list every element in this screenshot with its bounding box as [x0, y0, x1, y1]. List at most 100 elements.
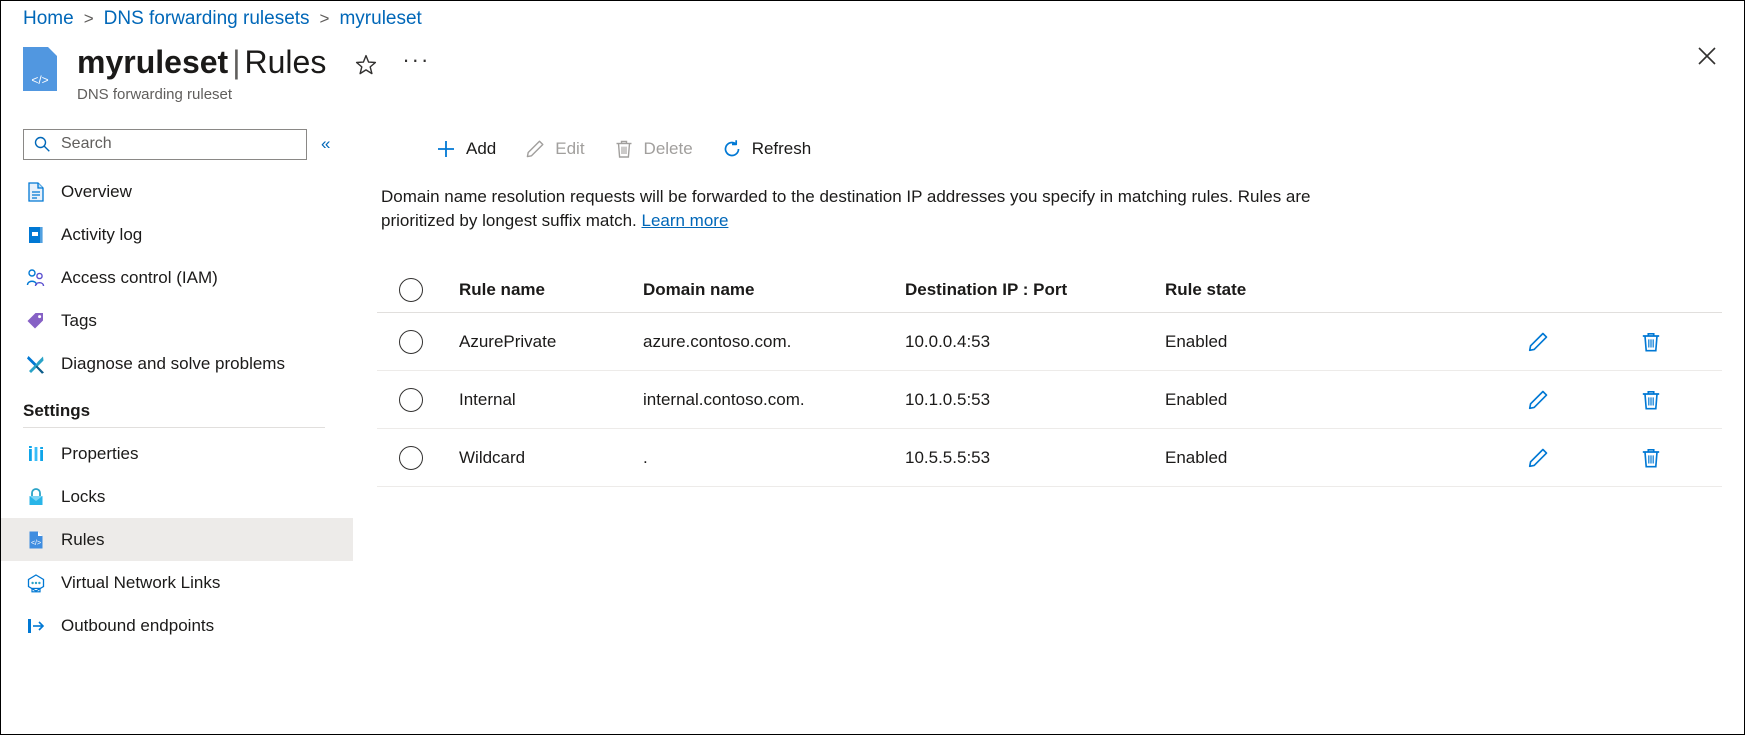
table-row[interactable]: Internal internal.contoso.com. 10.1.0.5:… [377, 371, 1722, 429]
sidebar-item-label: Access control (IAM) [61, 268, 218, 288]
add-button[interactable]: Add [421, 131, 510, 167]
search-icon [33, 135, 51, 153]
cell-destination: 10.1.0.5:53 [905, 390, 1165, 410]
select-all-radio[interactable] [399, 278, 423, 302]
cell-rule-state: Enabled [1165, 390, 1485, 410]
column-header-destination[interactable]: Destination IP : Port [905, 280, 1165, 300]
sidebar-item-tags[interactable]: Tags [1, 299, 353, 342]
refresh-icon [721, 138, 743, 160]
column-header-rule-state[interactable]: Rule state [1165, 280, 1485, 300]
row-edit-pencil-icon[interactable] [1526, 446, 1550, 470]
learn-more-link[interactable]: Learn more [641, 211, 728, 230]
select-all-cell [377, 278, 459, 302]
row-delete-trash-icon[interactable] [1639, 388, 1663, 412]
add-button-label: Add [466, 139, 496, 159]
delete-button-label: Delete [644, 139, 693, 159]
page-header: </> myruleset|Rules DNS forwarding rules… [23, 43, 430, 107]
row-radio[interactable] [399, 330, 423, 354]
main-content: Add Edit [377, 121, 1744, 734]
tag-icon [23, 308, 49, 334]
cell-delete [1601, 388, 1711, 412]
cell-rule-name: Wildcard [459, 448, 643, 468]
page-subtitle: DNS forwarding ruleset [77, 86, 326, 104]
page-header-actions: ··· [352, 51, 430, 79]
cell-delete [1601, 446, 1711, 470]
sidebar-item-diagnose[interactable]: Diagnose and solve problems [1, 342, 353, 385]
outbound-endpoint-icon [23, 613, 49, 639]
chevron-double-left-icon[interactable]: « [321, 134, 330, 154]
row-select-cell [377, 446, 459, 470]
sidebar-item-label: Properties [61, 444, 138, 464]
row-select-cell [377, 388, 459, 412]
document-icon [23, 179, 49, 205]
page-title-separator: | [232, 44, 240, 80]
table-row[interactable]: AzurePrivate azure.contoso.com. 10.0.0.4… [377, 313, 1722, 371]
column-header-rule-name[interactable]: Rule name [459, 280, 643, 300]
search-box[interactable] [23, 129, 307, 160]
breadcrumb-separator-icon: > [84, 9, 94, 29]
sidebar-divider [23, 427, 325, 428]
breadcrumb: Home > DNS forwarding rulesets > myrules… [23, 5, 422, 33]
sidebar-item-label: Overview [61, 182, 132, 202]
sidebar-item-label: Virtual Network Links [61, 573, 220, 593]
sidebar-item-overview[interactable]: Overview [1, 170, 353, 213]
network-link-icon [23, 570, 49, 596]
edit-button-label: Edit [555, 139, 584, 159]
column-header-domain-name[interactable]: Domain name [643, 280, 905, 300]
dns-ruleset-icon: </> [23, 47, 61, 91]
sidebar-nav-primary: Overview Activity log [1, 170, 353, 647]
breadcrumb-item-rulesets[interactable]: DNS forwarding rulesets [104, 8, 310, 30]
sidebar-item-locks[interactable]: Locks [1, 475, 353, 518]
sidebar-item-label: Diagnose and solve problems [61, 354, 285, 374]
sidebar-item-label: Tags [61, 311, 97, 331]
delete-button[interactable]: Delete [599, 131, 707, 167]
search-input[interactable] [59, 134, 289, 154]
sidebar-item-virtual-network-links[interactable]: Virtual Network Links [1, 561, 353, 604]
lock-icon [23, 484, 49, 510]
cell-edit [1485, 446, 1601, 470]
cell-rule-state: Enabled [1165, 332, 1485, 352]
sidebar-item-properties[interactable]: Properties [1, 432, 353, 475]
pencil-icon [524, 138, 546, 160]
command-toolbar: Add Edit [377, 121, 1744, 177]
cell-rule-name: Internal [459, 390, 643, 410]
refresh-button[interactable]: Refresh [707, 131, 826, 167]
cell-edit [1485, 330, 1601, 354]
refresh-button-label: Refresh [752, 139, 812, 159]
page-title: myruleset|Rules [77, 43, 326, 81]
azure-portal-blade: Home > DNS forwarding rulesets > myrules… [0, 0, 1745, 735]
row-edit-pencil-icon[interactable] [1526, 330, 1550, 354]
table-header-row: Rule name Domain name Destination IP : P… [377, 267, 1722, 313]
people-icon [23, 265, 49, 291]
row-delete-trash-icon[interactable] [1639, 446, 1663, 470]
trash-icon [613, 138, 635, 160]
breadcrumb-item-home[interactable]: Home [23, 8, 74, 30]
sidebar-search-row: « [1, 121, 353, 167]
cell-delete [1601, 330, 1711, 354]
properties-icon [23, 441, 49, 467]
row-delete-trash-icon[interactable] [1639, 330, 1663, 354]
sidebar-item-rules[interactable]: </> Rules [1, 518, 353, 561]
cell-destination: 10.5.5.5:53 [905, 448, 1165, 468]
ellipsis-icon[interactable]: ··· [402, 51, 430, 79]
table-row[interactable]: Wildcard . 10.5.5.5:53 Enabled [377, 429, 1722, 487]
cell-domain-name: azure.contoso.com. [643, 332, 905, 352]
description-text: Domain name resolution requests will be … [377, 185, 1352, 233]
sidebar-item-outbound-endpoints[interactable]: Outbound endpoints [1, 604, 353, 647]
sidebar-item-label: Rules [61, 530, 104, 550]
edit-button[interactable]: Edit [510, 131, 598, 167]
row-select-cell [377, 330, 459, 354]
row-radio[interactable] [399, 388, 423, 412]
row-edit-pencil-icon[interactable] [1526, 388, 1550, 412]
breadcrumb-item-myruleset[interactable]: myruleset [339, 8, 421, 30]
cell-destination: 10.0.0.4:53 [905, 332, 1165, 352]
breadcrumb-separator-icon: > [320, 9, 330, 29]
close-icon[interactable] [1690, 39, 1724, 73]
cell-domain-name: internal.contoso.com. [643, 390, 905, 410]
wrench-icon [23, 351, 49, 377]
sidebar-item-access-control[interactable]: Access control (IAM) [1, 256, 353, 299]
star-icon[interactable] [352, 51, 380, 79]
sidebar: « Overview [1, 121, 353, 735]
sidebar-item-activity-log[interactable]: Activity log [1, 213, 353, 256]
row-radio[interactable] [399, 446, 423, 470]
